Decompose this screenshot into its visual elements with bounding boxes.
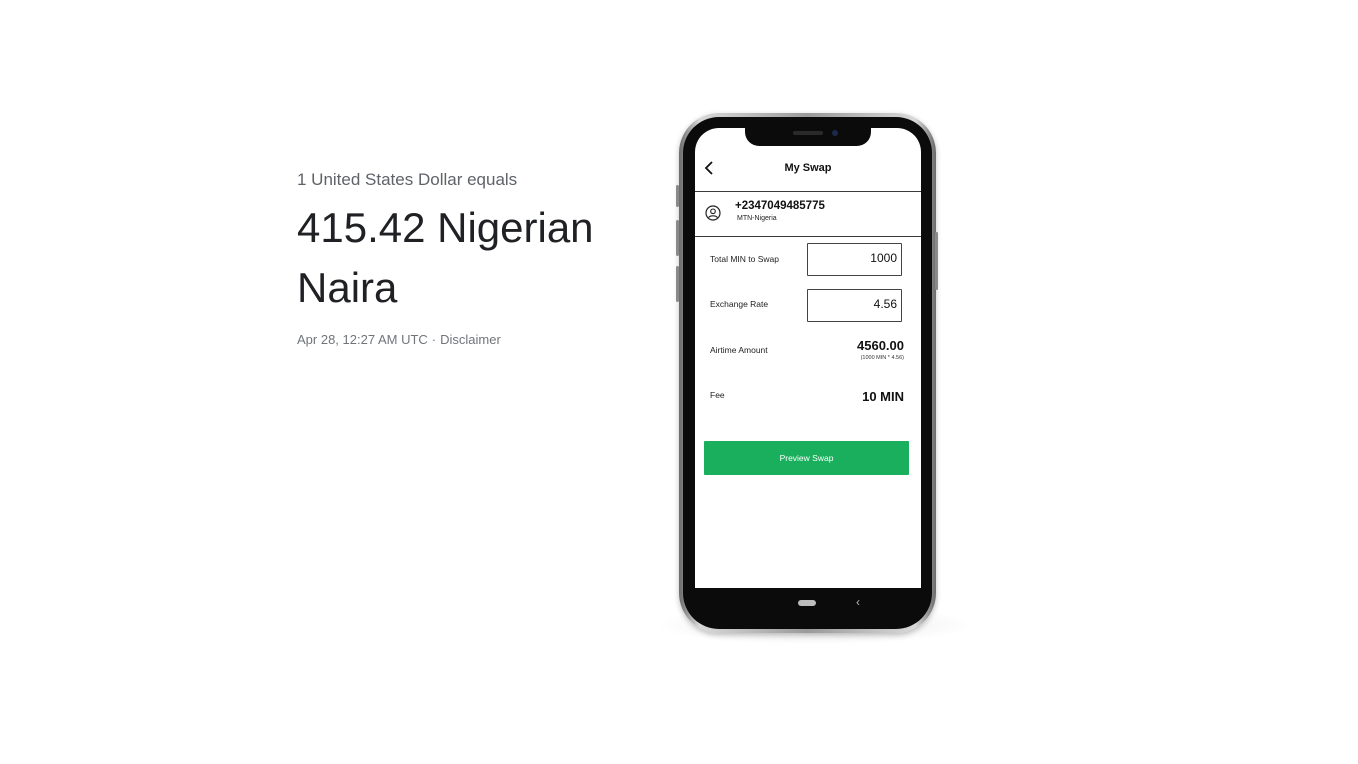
total-min-input[interactable]: 1000 xyxy=(807,243,902,276)
disclaimer-link[interactable]: Disclaimer xyxy=(440,332,501,347)
page-title: My Swap xyxy=(784,162,832,174)
speaker-grille xyxy=(793,131,823,135)
fee-value: 10 MIN xyxy=(862,389,904,404)
total-min-label: Total MIN to Swap xyxy=(710,254,779,264)
fee-label: Fee xyxy=(710,390,725,400)
conversion-intro: 1 United States Dollar equals xyxy=(297,170,518,189)
home-pill-icon[interactable] xyxy=(798,600,816,606)
exchange-rate-label: Exchange Rate xyxy=(710,299,769,309)
side-button-left-2 xyxy=(676,220,679,256)
conversion-result-line-2: Naira xyxy=(297,264,398,311)
nav-back-icon[interactable]: ‹ xyxy=(856,595,860,609)
phone-screen: My Swap +2347049485775 MTN-Nigeria Total… xyxy=(695,128,921,588)
side-button-right xyxy=(935,232,938,290)
side-button-left-3 xyxy=(676,266,679,302)
side-button-left xyxy=(676,185,679,207)
airtime-amount-label: Airtime Amount xyxy=(710,345,768,355)
airtime-calculation-note: (1000 MIN * 4.56) xyxy=(860,355,904,361)
account-row: +2347049485775 MTN-Nigeria xyxy=(695,192,921,237)
preview-swap-button[interactable]: Preview Swap xyxy=(704,441,909,475)
account-number: +2347049485775 xyxy=(735,200,825,212)
conversion-result-line-1: 415.42 Nigerian xyxy=(297,204,594,251)
app-header: My Swap xyxy=(695,156,921,192)
conversion-result: 415.42 Nigerian Naira xyxy=(297,198,627,318)
conversion-timestamp: Apr 28, 12:27 AM UTC xyxy=(297,332,428,347)
meta-separator: · xyxy=(431,332,437,347)
airtime-amount-value: 4560.00 xyxy=(857,338,904,353)
user-circle-icon xyxy=(705,205,721,221)
conversion-meta: Apr 28, 12:27 AM UTC · Disclaimer xyxy=(297,332,627,347)
account-network: MTN-Nigeria xyxy=(737,215,777,222)
exchange-rate-input[interactable]: 4.56 xyxy=(807,289,902,322)
currency-conversion: 1 United States Dollar equals 415.42 Nig… xyxy=(297,168,627,347)
phone-notch xyxy=(745,126,871,146)
front-camera xyxy=(832,130,838,136)
